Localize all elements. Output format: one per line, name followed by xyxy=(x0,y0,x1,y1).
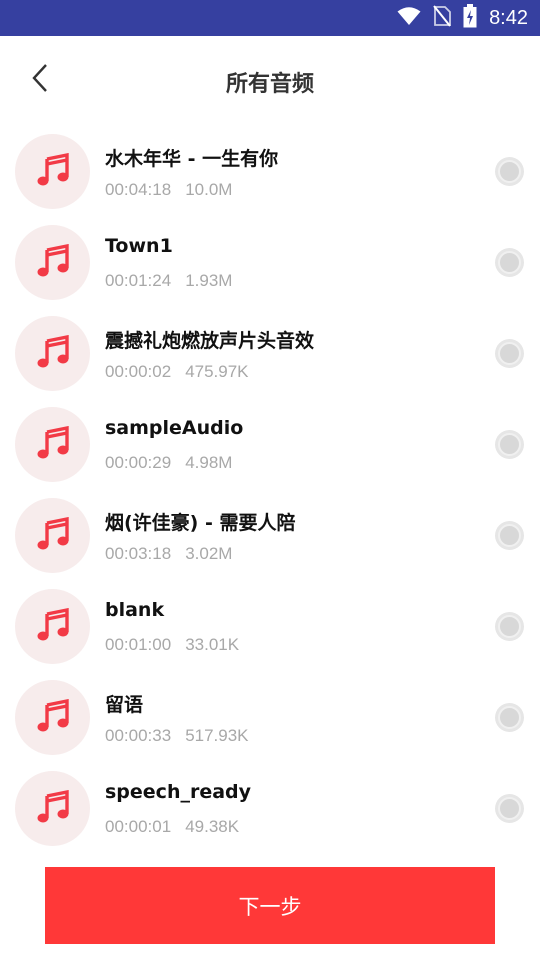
music-note-icon xyxy=(36,334,70,373)
audio-title: sampleAudio xyxy=(105,417,244,439)
no-sim-icon xyxy=(433,5,451,31)
audio-size: 4.98M xyxy=(185,453,233,472)
status-icons: 8:42 xyxy=(397,0,528,36)
list-item[interactable]: 烟(许佳豪) - 需要人陪 00:03:18 3.02M xyxy=(0,490,540,581)
music-note-icon xyxy=(36,425,70,464)
music-note-icon xyxy=(36,243,70,282)
list-item[interactable]: 震撼礼炮燃放声片头音效 00:00:02 475.97K xyxy=(0,308,540,399)
list-item[interactable]: 水木年华 - 一生有你 00:04:18 10.0M xyxy=(0,126,540,217)
audio-duration: 00:00:02 xyxy=(105,362,172,381)
select-radio[interactable] xyxy=(495,248,524,277)
audio-thumbnail xyxy=(15,680,90,755)
select-radio[interactable] xyxy=(495,339,524,368)
audio-meta: 00:00:29 4.98M xyxy=(105,453,232,473)
audio-thumbnail xyxy=(15,498,90,573)
audio-thumbnail xyxy=(15,225,90,300)
audio-title: speech_ready xyxy=(105,781,252,803)
next-step-button[interactable]: 下一步 xyxy=(45,867,495,944)
audio-duration: 00:03:18 xyxy=(105,544,172,563)
music-note-icon xyxy=(36,698,70,737)
audio-size: 1.93M xyxy=(185,271,233,290)
music-note-icon xyxy=(36,789,70,828)
status-bar: 8:42 xyxy=(0,0,540,36)
audio-size: 475.97K xyxy=(185,362,249,381)
select-radio[interactable] xyxy=(495,703,524,732)
music-note-icon xyxy=(36,516,70,555)
audio-meta: 00:01:00 33.01K xyxy=(105,635,239,655)
select-radio[interactable] xyxy=(495,612,524,641)
select-radio[interactable] xyxy=(495,430,524,459)
audio-meta: 00:03:18 3.02M xyxy=(105,544,232,564)
audio-thumbnail xyxy=(15,589,90,664)
audio-size: 3.02M xyxy=(185,544,233,563)
audio-list: 水木年华 - 一生有你 00:04:18 10.0M Town1 00:01:24… xyxy=(0,126,540,854)
music-note-icon xyxy=(36,607,70,646)
header: 所有音频 xyxy=(0,36,540,126)
audio-thumbnail xyxy=(15,407,90,482)
audio-duration: 00:00:01 xyxy=(105,817,172,836)
select-radio[interactable] xyxy=(495,521,524,550)
audio-title: Town1 xyxy=(105,235,173,257)
audio-thumbnail xyxy=(15,134,90,209)
wifi-icon xyxy=(397,6,421,30)
list-item[interactable]: Town1 00:01:24 1.93M xyxy=(0,217,540,308)
audio-title: 水木年华 - 一生有你 xyxy=(105,148,279,170)
audio-title: 震撼礼炮燃放声片头音效 xyxy=(105,330,315,352)
audio-size: 10.0M xyxy=(185,180,233,199)
select-radio[interactable] xyxy=(495,157,524,186)
audio-duration: 00:00:29 xyxy=(105,453,172,472)
list-item[interactable]: sampleAudio 00:00:29 4.98M xyxy=(0,399,540,490)
audio-meta: 00:00:33 517.93K xyxy=(105,726,249,746)
audio-duration: 00:04:18 xyxy=(105,180,172,199)
battery-icon xyxy=(463,4,477,32)
audio-duration: 00:01:00 xyxy=(105,635,172,654)
audio-meta: 00:04:18 10.0M xyxy=(105,180,232,200)
audio-size: 33.01K xyxy=(185,635,240,654)
audio-duration: 00:01:24 xyxy=(105,271,172,290)
audio-duration: 00:00:33 xyxy=(105,726,172,745)
audio-size: 517.93K xyxy=(185,726,249,745)
page-title: 所有音频 xyxy=(225,72,314,97)
audio-thumbnail xyxy=(15,316,90,391)
status-time: 8:42 xyxy=(489,6,528,29)
music-note-icon xyxy=(36,152,70,191)
audio-size: 49.38K xyxy=(185,817,240,836)
audio-meta: 00:00:01 49.38K xyxy=(105,817,239,837)
select-radio[interactable] xyxy=(495,794,524,823)
list-item[interactable]: blank 00:01:00 33.01K xyxy=(0,581,540,672)
audio-meta: 00:01:24 1.93M xyxy=(105,271,232,291)
list-item[interactable]: 留语 00:00:33 517.93K xyxy=(0,672,540,763)
audio-thumbnail xyxy=(15,771,90,846)
audio-title: 留语 xyxy=(105,694,144,716)
audio-meta: 00:00:02 475.97K xyxy=(105,362,249,382)
audio-title: 烟(许佳豪) - 需要人陪 xyxy=(105,512,296,534)
audio-title: blank xyxy=(105,599,165,621)
list-item[interactable]: speech_ready 00:00:01 49.38K xyxy=(0,763,540,854)
